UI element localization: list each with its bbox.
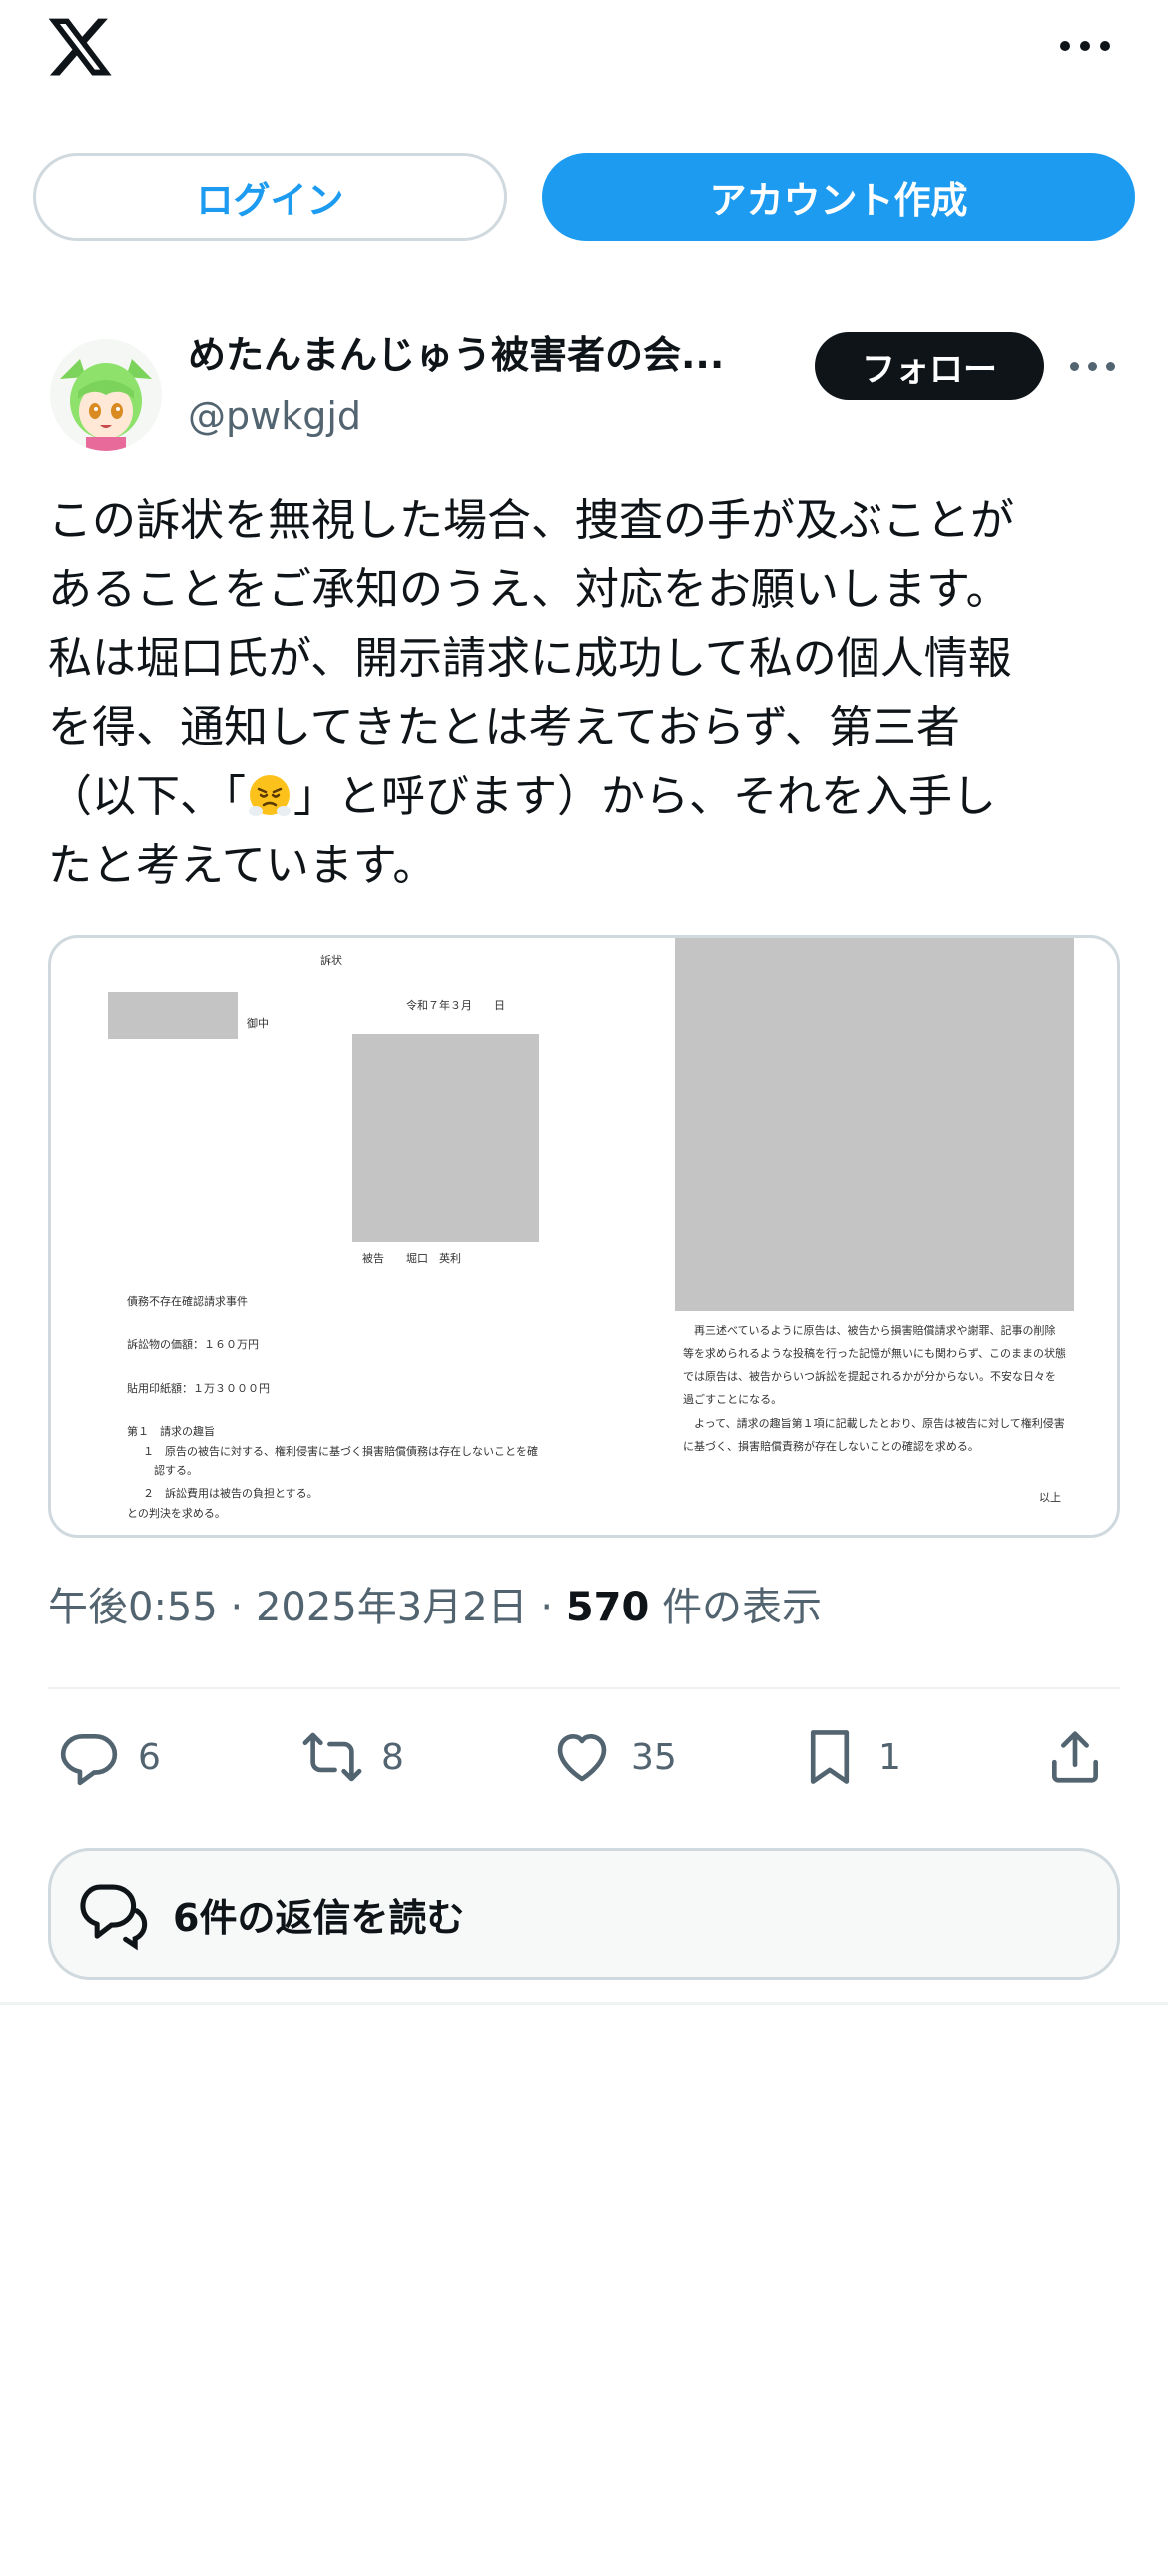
separator: · — [230, 1585, 244, 1630]
face-with-steam-from-nose-emoji — [246, 770, 293, 818]
redacted-block — [352, 1034, 539, 1242]
x-logo-icon[interactable] — [45, 12, 115, 82]
avatar[interactable] — [50, 339, 162, 451]
document-item: １ 原告の被告に対する、権利侵害に基づく損害賠償債務は存在しないことを確 — [143, 1445, 538, 1458]
document-page-1: 訴状 令和７年３月 日 御中 被告 堀口 英利 債務不存在確認請求事件 訴訟物の… — [51, 938, 670, 1535]
document-page-2: 再三述べているように原告は、被告から損害賠償請求や謝罪、記事の削除 等を求められ… — [675, 938, 1117, 1535]
share-icon — [1052, 1731, 1098, 1783]
more-horizontal-icon[interactable] — [1058, 28, 1112, 64]
retweet-count: 8 — [381, 1736, 404, 1778]
document-judgment: との判決を求める。 — [127, 1507, 226, 1520]
tweet-text-line: たと考えています。 — [48, 840, 437, 891]
views-count: 570 — [565, 1585, 650, 1630]
document-paragraph-line: に基づく、損害賠償責務が存在しないことの確認を求める。 — [683, 1440, 979, 1453]
document-section-heading: 第１ 請求の趣旨 — [127, 1425, 215, 1438]
signup-button[interactable]: アカウント作成 — [542, 153, 1135, 241]
divider — [0, 2002, 1168, 2005]
tweet-media[interactable]: 訴状 令和７年３月 日 御中 被告 堀口 英利 債務不存在確認請求事件 訴訟物の… — [48, 935, 1120, 1538]
tweet-text-line: （以下、「 」と呼びます）から、それを入手し — [48, 762, 1126, 831]
document-paragraph-line: 過ごすことになる。 — [683, 1393, 783, 1406]
author-display-name[interactable]: めたんまんじゅう被害者の会... — [188, 329, 787, 381]
retweet-icon — [302, 1732, 362, 1782]
tweet-text-line: 私は堀口氏が、開示請求に成功して私の個人情報 — [48, 633, 1012, 684]
login-button[interactable]: ログイン — [33, 153, 507, 241]
document-addressee-suffix: 御中 — [247, 1017, 269, 1030]
tweet-date[interactable]: 2025年3月2日 — [256, 1585, 528, 1630]
tweet-text: この訴状を無視した場合、捜査の手が及ぶことが あることをご承知のうえ、対応をお願… — [48, 486, 1126, 900]
reply-icon — [60, 1734, 118, 1786]
views-label: 件の表示 — [662, 1585, 823, 1630]
retweet-button[interactable]: 8 — [301, 1722, 404, 1792]
divider — [48, 1687, 1120, 1689]
tweet-text-line: を得、通知してきたとは考えておらず、第三者 — [48, 702, 960, 753]
bookmark-icon — [810, 1730, 850, 1784]
document-paragraph-line: よって、請求の趣旨第１項に記載したとおり、原告は被告に対して権利侵害 — [683, 1417, 1065, 1430]
replies-bubble-icon — [80, 1884, 148, 1951]
document-case-name: 債務不存在確認請求事件 — [127, 1295, 248, 1308]
bookmark-count: 1 — [878, 1736, 901, 1778]
document-date: 令和７年３月 日 — [406, 999, 505, 1012]
bookmark-button[interactable]: 1 — [799, 1722, 901, 1792]
follow-button[interactable]: フォロー — [815, 332, 1044, 400]
share-button[interactable] — [1044, 1722, 1124, 1792]
tweet-text-line: この訴状を無視した場合、捜査の手が及ぶことが — [48, 495, 1014, 546]
document-stamp-fee: 貼用印紙額：１万３０００円 — [127, 1382, 270, 1395]
document-paragraph-line: 再三述べているように原告は、被告から損害賠償請求や謝罪、記事の削除 — [683, 1324, 1056, 1337]
tweet-timestamp: 午後0:55 · 2025年3月2日 · 570 件の表示 — [48, 1578, 822, 1637]
author-handle[interactable]: @pwkgjd — [188, 391, 361, 441]
document-item: 認する。 — [143, 1464, 198, 1477]
reply-count: 6 — [138, 1736, 161, 1778]
reply-button[interactable]: 6 — [58, 1722, 161, 1792]
document-defendant: 被告 堀口 英利 — [362, 1252, 461, 1265]
read-replies-button[interactable]: 6件の返信を読む — [48, 1848, 1120, 1980]
document-paragraph-line: 等を求められるような投稿を行った記憶が無いにも関わらず、このままの状態 — [683, 1347, 1067, 1360]
read-replies-label: 6件の返信を読む — [173, 1895, 465, 1940]
document-closing: 以上 — [1039, 1491, 1061, 1504]
document-paragraph-line: では原告は、被告からいつ訴訟を提起されるかが分からない。不安な日々を — [683, 1370, 1056, 1383]
tweet-more-icon[interactable] — [1068, 355, 1122, 379]
document-item: ２ 訴訟費用は被告の負担とする。 — [143, 1487, 318, 1500]
tweet-text-line: あることをご承知のうえ、対応をお願いします。 — [48, 564, 1010, 615]
redacted-block — [675, 938, 1074, 1311]
tweet-text-segment: （以下、「 — [48, 771, 246, 822]
document-claim-value: 訴訟物の価額：１６０万円 — [127, 1338, 259, 1351]
tweet-time[interactable]: 午後0:55 — [48, 1585, 218, 1630]
redacted-block — [108, 992, 238, 1039]
tweet-text-segment: 」と呼びます）から、それを入手し — [293, 771, 996, 822]
like-button[interactable]: 35 — [551, 1722, 677, 1792]
like-count: 35 — [631, 1736, 677, 1778]
separator: · — [540, 1585, 554, 1630]
heart-icon — [557, 1734, 607, 1782]
document-title: 訴状 — [320, 954, 342, 966]
